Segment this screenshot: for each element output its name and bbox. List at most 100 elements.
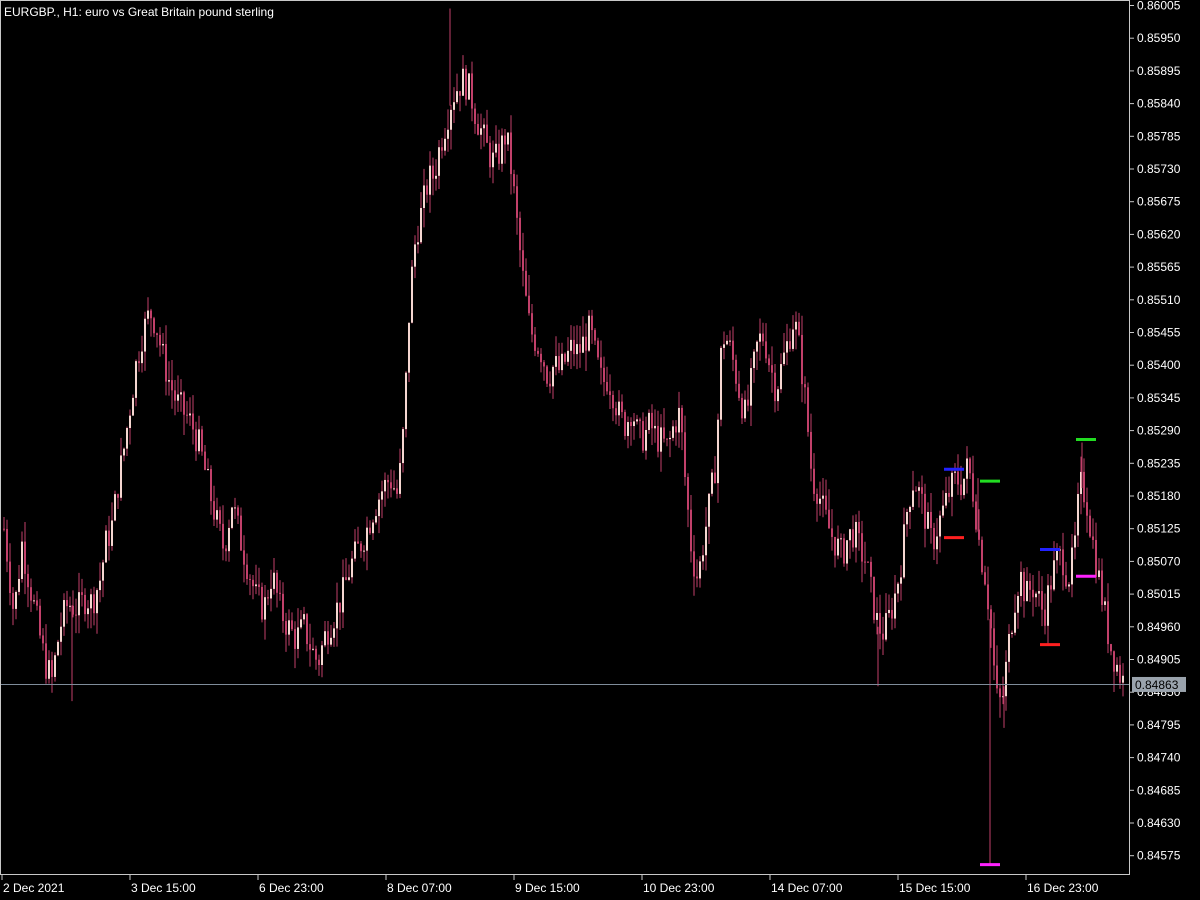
candle-body xyxy=(945,493,947,506)
candle-body xyxy=(1017,595,1019,613)
candle-body xyxy=(624,412,626,436)
candle-body xyxy=(1098,570,1100,577)
candle-body xyxy=(699,561,701,579)
candle-body xyxy=(1005,661,1007,697)
candle-body xyxy=(969,458,971,474)
candle-body xyxy=(735,359,737,384)
candle-body xyxy=(855,521,857,548)
price-tick-label: 0.84575 xyxy=(1137,849,1181,863)
candle-body xyxy=(75,614,77,616)
candle-body xyxy=(747,399,749,406)
candle-body xyxy=(567,350,569,362)
candle-body xyxy=(90,594,92,609)
candle-body xyxy=(543,362,545,367)
candle-body xyxy=(897,583,899,594)
candle-body xyxy=(894,593,896,619)
candle-body xyxy=(414,244,416,267)
candle-body xyxy=(87,608,89,615)
candle-body xyxy=(858,521,860,534)
candle-body xyxy=(210,469,212,502)
candle-body xyxy=(318,659,320,666)
candle-body xyxy=(924,493,926,529)
candle-body xyxy=(891,609,893,619)
candle-body xyxy=(279,592,281,594)
candle-body xyxy=(1047,585,1049,626)
candle-body xyxy=(570,339,572,351)
price-tick-label: 0.84685 xyxy=(1137,783,1181,797)
candle-body xyxy=(201,429,203,452)
candle-body xyxy=(1032,589,1034,598)
candle-body xyxy=(756,341,758,352)
price-chart[interactable]: 0.86005 0.85950 0.85895 0.85840 0.85785 0.857… xyxy=(0,0,1200,900)
price-tick-label: 0.85620 xyxy=(1137,227,1181,241)
price-tick-label: 0.85950 xyxy=(1137,31,1181,45)
candle-body xyxy=(645,429,647,451)
candle-body xyxy=(309,644,311,650)
candle-body xyxy=(78,592,80,616)
candle-body xyxy=(483,124,485,129)
candle-body xyxy=(378,499,380,517)
candle-body xyxy=(267,597,269,599)
candle-body xyxy=(630,422,632,427)
candle-body xyxy=(126,428,128,449)
candle-body xyxy=(585,336,587,351)
candle-body xyxy=(504,135,506,145)
candle-body xyxy=(252,579,254,587)
candle-body xyxy=(861,533,863,562)
candle-body xyxy=(135,361,137,398)
candle-body xyxy=(477,123,479,135)
candle-body xyxy=(285,621,287,635)
candle-body xyxy=(750,368,752,406)
candle-body xyxy=(66,600,68,607)
candle-body xyxy=(732,340,734,360)
candle-body xyxy=(111,520,113,546)
candle-body xyxy=(843,538,845,564)
candle-body xyxy=(141,351,143,364)
candle-body xyxy=(672,426,674,438)
candle-body xyxy=(1020,571,1022,596)
candle-body xyxy=(420,208,422,243)
candle-body xyxy=(912,490,914,507)
candle-body xyxy=(801,334,803,385)
candle-body xyxy=(531,313,533,335)
candle-body xyxy=(981,539,983,573)
candle-body xyxy=(3,528,5,530)
candle-body xyxy=(795,321,797,330)
candle-body xyxy=(438,147,440,176)
candle-body xyxy=(324,631,326,646)
candle-body xyxy=(879,613,881,634)
candle-body xyxy=(372,522,374,534)
candle-body xyxy=(786,341,788,353)
candle-body xyxy=(489,142,491,168)
time-tick-label: 15 Dec 15:00 xyxy=(899,881,971,895)
candle-body xyxy=(426,185,428,195)
candle-body xyxy=(291,620,293,630)
candle-body xyxy=(603,367,605,382)
candle-body xyxy=(402,429,404,464)
candle-body xyxy=(474,108,476,124)
candle-body xyxy=(792,329,794,349)
candle-body xyxy=(216,510,218,520)
candle-body xyxy=(828,509,830,529)
candle-body xyxy=(1011,632,1013,634)
candle-body xyxy=(813,468,815,494)
price-tick-label: 0.84795 xyxy=(1137,718,1181,732)
candle-body xyxy=(462,68,464,96)
candle-body xyxy=(60,626,62,642)
candle-body xyxy=(234,507,236,509)
candle-body xyxy=(759,333,761,342)
candle-body xyxy=(222,523,224,549)
candle-body xyxy=(93,594,95,614)
candle-body xyxy=(354,541,356,559)
candle-body xyxy=(933,527,935,550)
candle-body xyxy=(54,655,56,677)
candle-body xyxy=(342,577,344,613)
candle-body xyxy=(150,310,152,319)
candle-body xyxy=(885,613,887,640)
time-tick-label: 3 Dec 15:00 xyxy=(131,881,196,895)
candle-body xyxy=(246,564,248,580)
price-tick-label: 0.85070 xyxy=(1137,554,1181,568)
candle-body xyxy=(1050,585,1052,590)
candle-body xyxy=(561,353,563,371)
price-tick-label: 0.85455 xyxy=(1137,326,1181,340)
